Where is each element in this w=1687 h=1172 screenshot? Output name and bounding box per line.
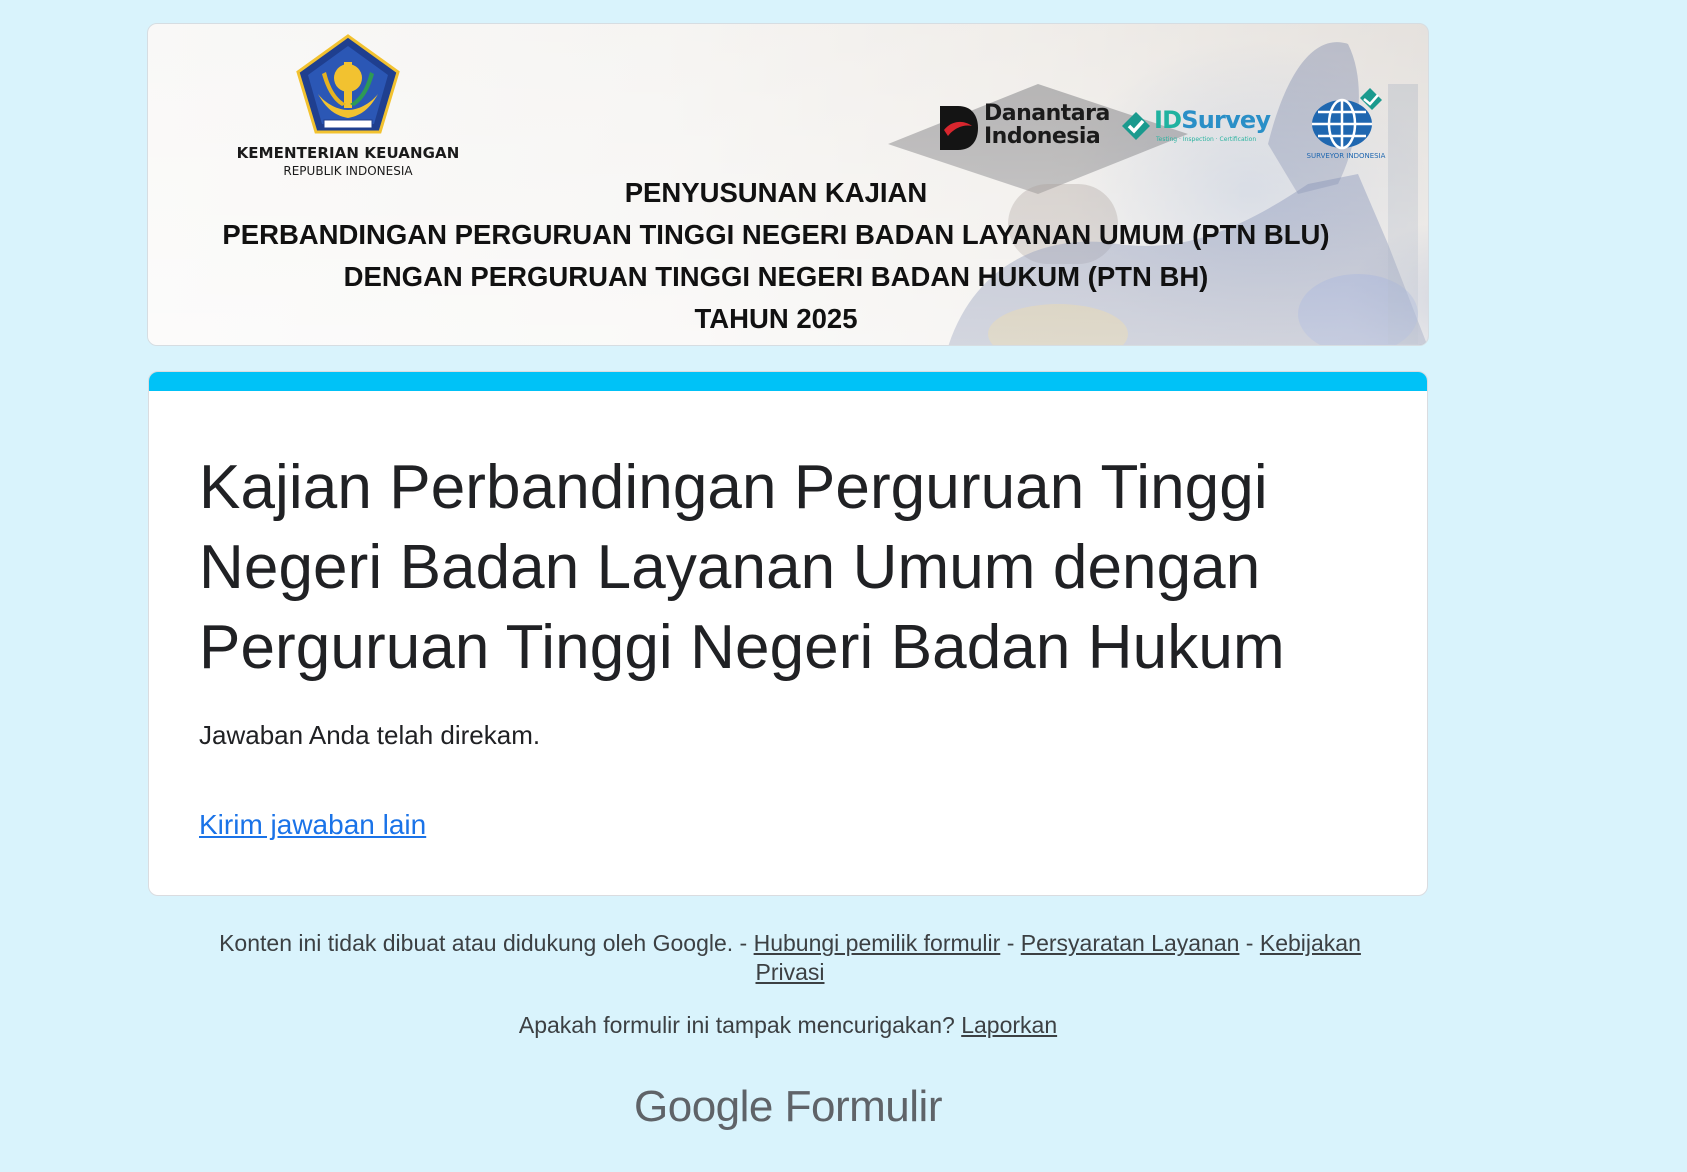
- footer-report: Apakah formulir ini tampak mencurigakan?…: [148, 1012, 1428, 1039]
- kemenkeu-emblem-icon: [296, 34, 400, 134]
- idsurvey-logo: IDSurvey Testing · Inspection · Certific…: [1120, 106, 1271, 150]
- disclaimer-text: Konten ini tidak dibuat atau didukung ol…: [219, 930, 734, 956]
- contact-owner-link[interactable]: Hubungi pemilik formulir: [754, 930, 1001, 956]
- danantara-logo: Danantara Indonesia: [940, 102, 1110, 152]
- ministry-name: KEMENTERIAN KEUANGAN: [236, 144, 460, 162]
- banner-title-line-1: PENYUSUNAN KAJIAN: [624, 177, 928, 208]
- banner-title-line-3: DENGAN PERGURUAN TINGGI NEGERI BADAN HUK…: [343, 261, 1209, 292]
- header-banner: KEMENTERIAN KEUANGAN REPUBLIK INDONESIA …: [147, 23, 1429, 346]
- confirmation-message: Jawaban Anda telah direkam.: [199, 720, 541, 750]
- report-link[interactable]: Laporkan: [961, 1012, 1057, 1038]
- google-forms-logo[interactable]: Google Formulir: [148, 1082, 1428, 1132]
- surveyor-indonesia-text: SURVEYOR INDONESIA: [1306, 152, 1386, 160]
- banner-title-line-4: TAHUN 2025: [694, 303, 858, 334]
- idsurvey-check-icon: [1122, 112, 1150, 140]
- confirmation-card: Kajian Perbandingan Perguruan Tinggi Neg…: [148, 371, 1428, 896]
- danantara-line2: Indonesia: [984, 124, 1101, 149]
- idsurvey-survey-text: Survey: [1181, 106, 1271, 134]
- google-wordmark: Google: [634, 1082, 773, 1131]
- danantara-mark-icon: [940, 106, 978, 150]
- report-question: Apakah formulir ini tampak mencurigakan?: [518, 1012, 955, 1038]
- card-accent-bar: [149, 372, 1427, 391]
- separator: -: [1000, 930, 1021, 956]
- kemenkeu-logo: KEMENTERIAN KEUANGAN REPUBLIK INDONESIA: [218, 32, 478, 178]
- idsurvey-id-text: ID: [1154, 106, 1182, 134]
- footer-disclaimer: Konten ini tidak dibuat atau didukung ol…: [190, 929, 1390, 987]
- page: KEMENTERIAN KEUANGAN REPUBLIK INDONESIA …: [0, 0, 1687, 1172]
- separator: -: [733, 930, 754, 956]
- banner-title: PENYUSUNAN KAJIAN PERBANDINGAN PERGURUAN…: [148, 172, 1428, 340]
- separator: -: [1239, 930, 1260, 956]
- surveyor-indonesia-logo: SURVEYOR INDONESIA: [1296, 88, 1396, 164]
- danantara-line1: Danantara: [984, 101, 1110, 126]
- submit-another-response-link[interactable]: Kirim jawaban lain: [199, 809, 426, 841]
- idsurvey-tagline: Testing · Inspection · Certification: [1156, 136, 1257, 143]
- globe-icon: [1312, 88, 1382, 150]
- banner-title-line-2: PERBANDINGAN PERGURUAN TINGGI NEGERI BAD…: [222, 219, 1330, 250]
- terms-of-service-link[interactable]: Persyaratan Layanan: [1021, 930, 1240, 956]
- forms-wordmark: Formulir: [784, 1082, 943, 1131]
- form-title: Kajian Perbandingan Perguruan Tinggi Neg…: [199, 453, 1285, 682]
